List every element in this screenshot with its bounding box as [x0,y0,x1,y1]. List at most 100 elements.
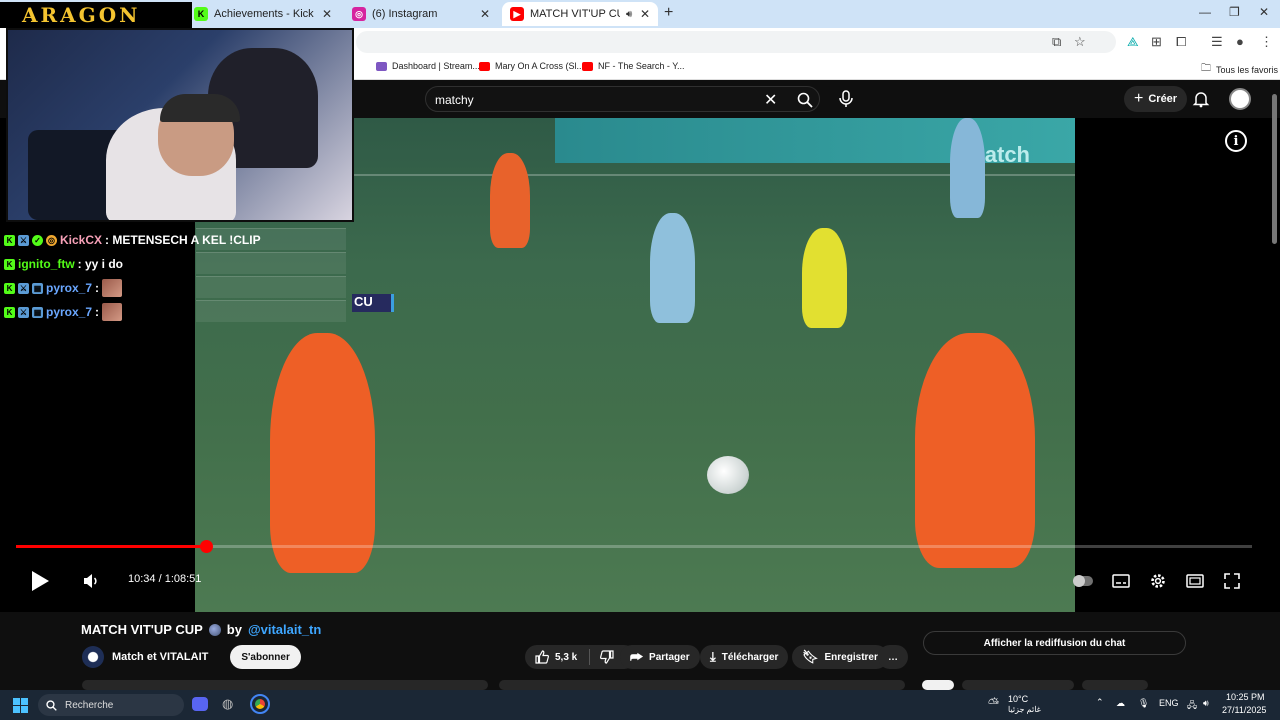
browser-tab-bar: K Achievements - Kick Dashboard ✕ ◎ (6) … [0,0,1280,28]
network-icon[interactable]: 🖧︎ [1187,698,1197,714]
show-chat-replay-button[interactable]: Afficher la rediffusion du chat [923,631,1186,655]
speaker-icon[interactable]: 🔊︎ [626,9,632,20]
headset-icon [160,94,240,122]
bookmark-favicon-icon [376,61,387,71]
scrollbar-thumb[interactable] [1272,94,1277,244]
player-figure [950,118,985,218]
all-favorites[interactable]: 🗀︎ Tous les favoris [1201,61,1278,78]
channel-row: Match et VITALAIT S'abonner [82,645,301,669]
clock-date[interactable]: 27/11/2025 [1222,705,1266,715]
clear-search-icon[interactable]: ✕ [764,90,777,110]
close-tab-icon[interactable]: ✕ [480,7,490,21]
menu-icon[interactable]: ⋮ [1260,34,1273,50]
tab-kick-dashboard[interactable]: K Achievements - Kick Dashboard ✕ [186,2,340,26]
bookmark-item[interactable]: Dashboard | Stream... [376,61,480,71]
volume-icon [84,574,97,588]
screen: K Achievements - Kick Dashboard ✕ ◎ (6) … [0,0,1280,720]
subtitles-button[interactable] [1112,569,1130,593]
bookmark-label: Mary On A Cross (Sl... [495,61,585,71]
search-box[interactable]: matchy ✕ [425,86,820,112]
tab-instagram[interactable]: ◎ (6) Instagram ✕ [344,2,498,26]
minimize-icon[interactable]: — [1199,5,1211,19]
maximize-icon[interactable]: ❐ [1229,5,1240,19]
tab-youtube-active[interactable]: ▶ MATCH VIT'UP CUP ● by 🔊︎ ✕ [502,2,658,26]
save-button[interactable]: 🔖︎ Enregistrer [792,645,888,669]
webcam-feed [6,28,354,222]
bookmark-item[interactable]: NF - The Search - Y... [582,61,685,71]
kick-badge-icon: K [4,234,15,246]
description-preview [499,680,905,690]
microphone-icon[interactable]: 🎙︎ [1138,698,1149,709]
weather-temp[interactable]: 10°C [1008,694,1028,704]
extension-icon[interactable]: ⟁ [1127,34,1139,50]
chat-username: KickCX [60,233,103,247]
filter-chip[interactable] [922,680,954,690]
search-button[interactable] [788,87,822,113]
bot-badge-icon: ◎ [46,234,57,246]
progress-bar[interactable] [16,540,1252,553]
chrome-icon[interactable] [250,694,270,714]
more-actions-button[interactable]: … [878,645,908,669]
player-figure [915,333,1035,568]
chat-text: : [95,305,100,319]
discord-icon[interactable] [192,697,208,711]
title-by: by [226,622,242,637]
dislike-icon[interactable] [600,650,614,664]
puzzle-icon[interactable]: ⧠ [1176,34,1186,50]
like-count[interactable]: 5,3 k [555,652,577,663]
notifications-bell-icon[interactable] [1192,90,1210,108]
microphone-icon[interactable] [835,88,857,110]
close-tab-icon[interactable]: ✕ [640,7,650,21]
filter-chip[interactable] [962,680,1074,690]
extension-icon[interactable]: ⊞ [1151,34,1162,50]
media-control-icon[interactable]: ☰ [1211,34,1223,50]
channel-handle-link[interactable]: @vitalait_tn [248,622,321,637]
language-indicator[interactable]: ENG [1159,698,1179,708]
autoplay-toggle[interactable] [1073,569,1093,593]
subscribe-button[interactable]: S'abonner [230,645,301,669]
search-input[interactable]: matchy [435,93,474,107]
volume-icon[interactable]: 🔊︎ [1203,698,1209,709]
taskbar-search[interactable]: Recherche [38,694,184,716]
install-app-icon[interactable]: ⧉ [1052,34,1061,50]
advertising-board: match [555,118,1075,167]
bookmark-item[interactable]: Mary On A Cross (Sl... [479,61,584,71]
tab-label: (6) Instagram [372,8,438,20]
clock-time[interactable]: 10:25 PM [1226,692,1265,702]
subtitles-icon [1112,574,1130,588]
theater-mode-button[interactable] [1186,569,1204,593]
info-icon[interactable]: i [1225,130,1247,152]
address-bar[interactable]: ⧉ ☆ [356,31,1116,53]
play-button[interactable] [30,569,50,593]
chat-message: K ⚔ ▦ pyrox_7 : [0,276,348,300]
account-avatar[interactable] [1229,88,1251,110]
channel-avatar[interactable] [82,646,104,668]
app-icon[interactable]: ◍ [222,696,233,712]
chevron-up-icon[interactable]: ⌃ [1096,697,1104,708]
like-icon[interactable] [535,650,549,664]
progress-played [16,545,207,548]
channel-name[interactable]: Match et VITALAIT [112,651,208,663]
profile-icon[interactable]: ● [1236,34,1244,49]
cloud-icon[interactable]: ☁︎ [1116,698,1125,709]
download-button[interactable]: ⤓ Télécharger [700,645,789,669]
tab-label: Achievements - Kick Dashboard [214,8,316,20]
download-icon: ⤓ [710,649,716,664]
bookmark-star-icon[interactable]: ☆ [1074,34,1086,50]
streamer-brand-logo: ARAGON [0,2,192,28]
windows-start-icon[interactable] [13,698,28,713]
kick-icon: K [194,7,208,21]
share-button[interactable]: ⮫ Partager [620,645,700,669]
search-icon [46,699,57,711]
kick-badge-icon: K [4,282,15,294]
chat-text: : yy i do [77,257,123,271]
new-tab-button[interactable]: + [664,4,673,22]
close-tab-icon[interactable]: ✕ [322,7,332,21]
settings-button[interactable] [1149,569,1167,593]
volume-button[interactable] [82,569,100,593]
fullscreen-icon [1224,573,1240,589]
fullscreen-button[interactable] [1224,569,1240,593]
filter-chip[interactable] [1082,680,1148,690]
create-button[interactable]: + Créer [1124,86,1188,112]
close-window-icon[interactable]: ✕ [1259,5,1269,19]
